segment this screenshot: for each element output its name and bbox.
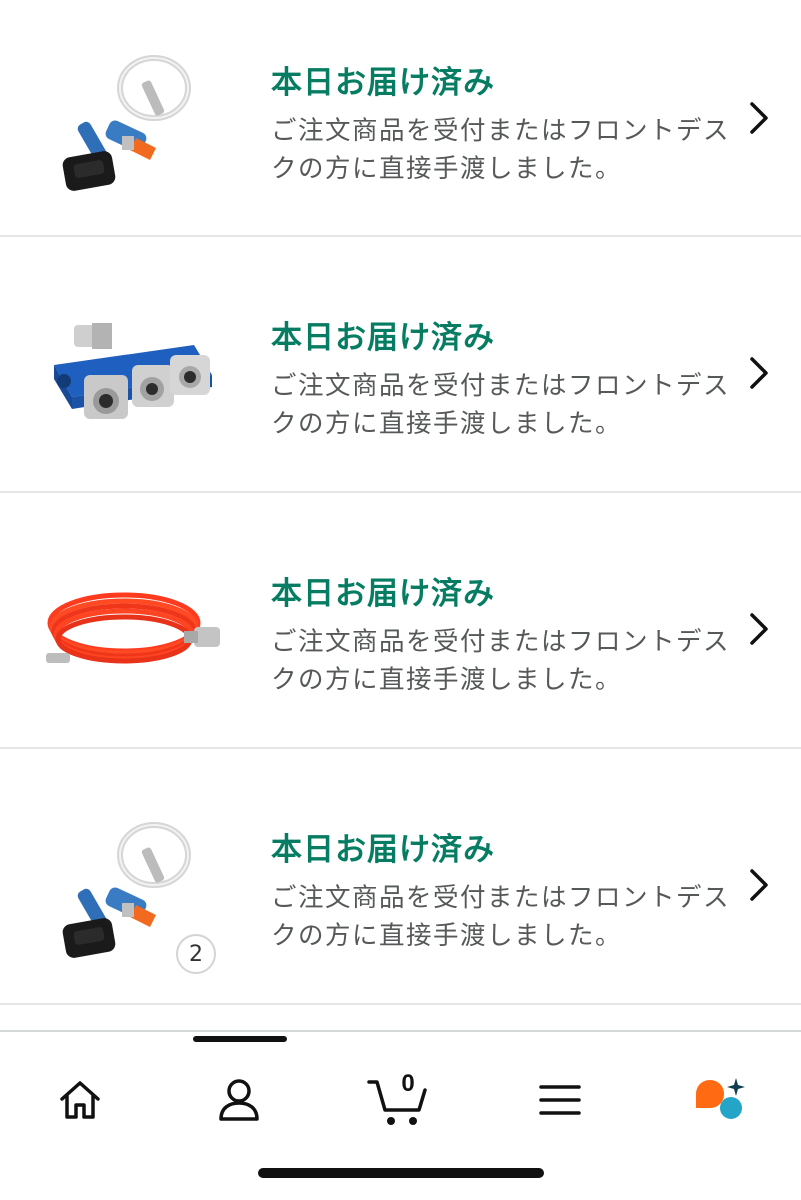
chevron-right-icon [750, 613, 768, 645]
order-row[interactable]: 本日お届け済み ご注文商品を受付またはフロントデスクの方に直接手渡しました。 [0, 749, 801, 1005]
delivery-description: ご注文商品を受付またはフロントデスクの方に直接手渡しました。 [271, 627, 731, 695]
cart-icon-wrap: 0 [367, 1070, 431, 1128]
delivery-status: 本日お届け済み [271, 320, 495, 356]
account-icon [219, 1079, 259, 1121]
delivery-status: 本日お届け済み [271, 576, 495, 612]
chevron-right-icon [750, 102, 768, 134]
order-row[interactable]: 本日お届け済み ご注文商品を受付またはフロントデスクの方に直接手渡しました。 [0, 237, 801, 493]
delivery-description: ご注文商品を受付またはフロントデスクの方に直接手渡しました。 [271, 371, 731, 439]
delivery-status: 本日お届け済み [271, 832, 495, 868]
nav-menu[interactable] [520, 1060, 600, 1140]
product-thumbnail [44, 50, 224, 200]
delivery-description: ご注文商品を受付またはフロントデスクの方に直接手渡しました。 [271, 883, 731, 951]
nav-account[interactable] [199, 1060, 279, 1140]
product-thumbnail [44, 561, 224, 711]
nav-cart[interactable]: 0 [359, 1060, 439, 1140]
product-thumbnail [44, 305, 224, 455]
nav-assistant[interactable] [680, 1060, 760, 1140]
chevron-right-icon [750, 357, 768, 389]
quantity-badge: 2 [176, 934, 216, 974]
order-info: 本日お届け済み ご注文商品を受付またはフロントデスクの方に直接手渡しました。 [271, 62, 731, 188]
home-icon [60, 1081, 100, 1119]
order-info: 本日お届け済み ご注文商品を受付またはフロントデスクの方に直接手渡しました。 [271, 829, 731, 955]
delivery-description: ご注文商品を受付またはフロントデスクの方に直接手渡しました。 [271, 116, 731, 184]
order-info: 本日お届け済み ご注文商品を受付またはフロントデスクの方に直接手渡しました。 [271, 573, 731, 699]
active-tab-indicator [193, 1036, 287, 1042]
order-row[interactable]: 本日お届け済み ご注文商品を受付またはフロントデスクの方に直接手渡しました。 [0, 493, 801, 749]
home-indicator [258, 1168, 544, 1178]
order-list: 本日お届け済み ご注文商品を受付またはフロントデスクの方に直接手渡しました。 本… [0, 0, 801, 1005]
menu-icon [539, 1085, 581, 1115]
chevron-right-icon [750, 869, 768, 901]
order-row[interactable]: 本日お届け済み ご注文商品を受付またはフロントデスクの方に直接手渡しました。 [0, 0, 801, 237]
assistant-icon [696, 1078, 745, 1119]
nav-home[interactable] [40, 1060, 120, 1140]
cart-count: 0 [401, 1070, 415, 1097]
order-info: 本日お届け済み ご注文商品を受付またはフロントデスクの方に直接手渡しました。 [271, 317, 731, 443]
delivery-status: 本日お届け済み [271, 65, 495, 101]
orders-page: 本日お届け済み ご注文商品を受付またはフロントデスクの方に直接手渡しました。 本… [0, 0, 801, 1200]
